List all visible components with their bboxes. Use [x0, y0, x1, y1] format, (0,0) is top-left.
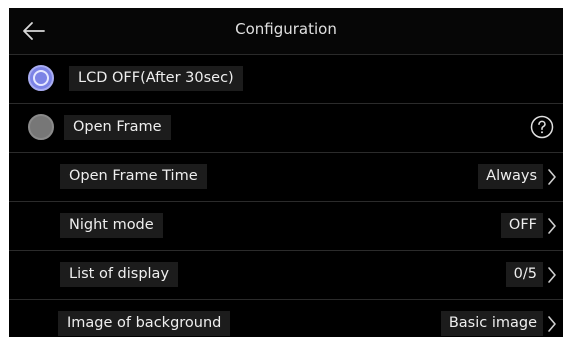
open-frame-radio[interactable]	[28, 114, 54, 140]
lcd-off-label: LCD OFF(After 30sec)	[69, 66, 243, 91]
open-frame-time-value: Always	[478, 164, 543, 189]
help-button[interactable]	[530, 115, 554, 139]
list-of-display-label: List of display	[60, 262, 179, 287]
open-frame-row[interactable]: Open Frame	[9, 104, 563, 153]
lcd-off-radio[interactable]	[28, 65, 54, 91]
lcd-off-row[interactable]: LCD OFF(After 30sec)	[9, 55, 563, 104]
image-of-background-label: Image of background	[58, 311, 231, 336]
image-of-background-value: Basic image	[440, 311, 543, 336]
chevron-right-icon	[548, 267, 556, 283]
night-mode-label: Night mode	[60, 213, 163, 238]
open-frame-time-label: Open Frame Time	[60, 164, 207, 189]
chevron-right-icon	[548, 316, 556, 332]
list-of-display-row[interactable]: List of display 0/5	[9, 251, 563, 300]
configuration-screen: Configuration LCD OFF(After 30sec) Open …	[9, 8, 563, 337]
open-frame-time-row[interactable]: Open Frame Time Always	[9, 153, 563, 202]
page-title: Configuration	[235, 20, 337, 38]
image-of-background-row[interactable]: Image of background Basic image	[9, 300, 563, 337]
help-circle-icon	[530, 115, 554, 139]
list-of-display-value: 0/5	[505, 262, 543, 287]
header-bar: Configuration	[9, 8, 563, 55]
open-frame-label: Open Frame	[64, 115, 171, 140]
chevron-right-icon	[548, 169, 556, 185]
night-mode-row[interactable]: Night mode OFF	[9, 202, 563, 251]
night-mode-value: OFF	[500, 213, 543, 238]
chevron-right-icon	[548, 218, 556, 234]
